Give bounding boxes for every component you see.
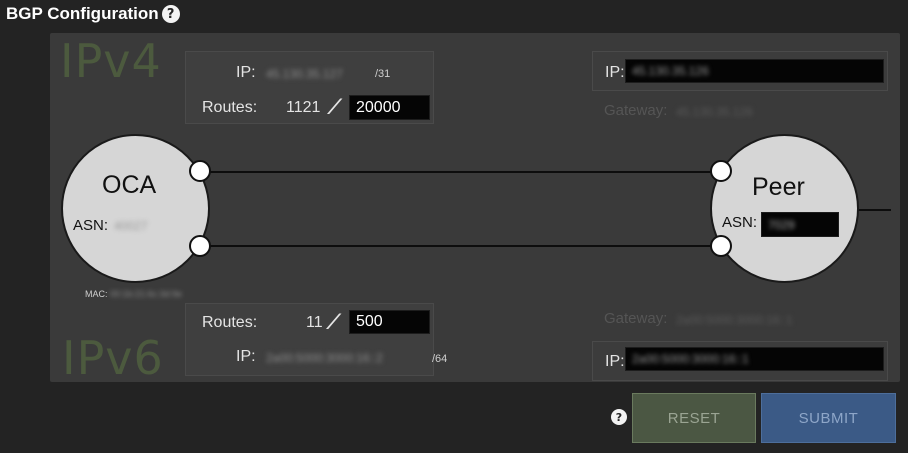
help-icon[interactable]: ?: [161, 5, 180, 23]
ipv4-routes-label: Routes:: [202, 99, 258, 116]
ipv6-ip-label: IP:: [236, 348, 256, 365]
page-title-text: BGP Configuration: [6, 4, 159, 23]
ipv4-gateway-value: 45.130.35.126: [676, 105, 753, 119]
oca-asn-value: 40027: [114, 219, 148, 233]
peer-node: [710, 134, 859, 283]
ipv6-link-line: [208, 245, 720, 247]
ipv4-ip-value: 45.130.35.127: [266, 67, 343, 81]
ipv6-routes-slash: ⁄: [332, 309, 338, 334]
ipv4-gateway-label: Gateway:: [604, 102, 668, 119]
ipv6-watermark: IPv6: [62, 331, 164, 385]
ipv6-ip-value: 2a00:5000:3000:16::2: [266, 351, 383, 365]
ipv6-peer-ip-input[interactable]: 2a00:5000:3000:16::1: [625, 347, 884, 371]
peer-uplink-line: [855, 209, 891, 211]
ipv4-link-line: [208, 171, 720, 173]
submit-button[interactable]: SUBMIT: [761, 393, 896, 443]
peer-asn-label: ASN:: [722, 214, 758, 231]
reset-button[interactable]: RESET: [632, 393, 756, 443]
oca-name: OCA: [102, 171, 157, 199]
ipv4-watermark: IPv4: [60, 34, 162, 88]
ipv4-peer-ip-label: IP:: [605, 64, 625, 81]
oca-mac-label: MAC:: [85, 289, 108, 299]
ipv4-peer-ip-value: 45.130.35.126: [632, 64, 709, 78]
oca-mac-value: 00:1b:21:6c:3d:9e: [110, 289, 183, 299]
ipv4-routes-slash: ⁄: [333, 94, 339, 119]
ipv4-max-routes-input[interactable]: [349, 95, 430, 120]
oca-asn-label: ASN:: [73, 217, 109, 234]
peer-ipv4-port[interactable]: [710, 160, 732, 182]
ipv6-peer-ip-label: IP:: [605, 353, 625, 370]
ipv6-routes-label: Routes:: [202, 314, 258, 331]
ipv6-prefix: /64: [432, 353, 448, 365]
oca-node: [61, 134, 210, 283]
peer-asn-value: 7029: [768, 217, 795, 232]
ipv6-peer-ip-value: 2a00:5000:3000:16::1: [632, 352, 749, 366]
peer-name: Peer: [752, 173, 805, 201]
peer-ipv6-port[interactable]: [710, 235, 732, 257]
ipv4-peer-ip-input[interactable]: 45.130.35.126: [625, 59, 884, 83]
oca-ipv4-port[interactable]: [189, 160, 211, 182]
ipv6-routes-count: 11: [306, 314, 323, 331]
ipv6-gateway-value: 2a00:5000:3000:16::1: [676, 313, 793, 327]
ipv4-ip-label: IP:: [236, 64, 256, 81]
ipv6-gateway-label: Gateway:: [604, 310, 668, 327]
actions-help-icon[interactable]: ?: [611, 409, 627, 425]
oca-ipv6-port[interactable]: [189, 235, 211, 257]
ipv6-max-routes-input[interactable]: [349, 310, 430, 334]
page-title: BGP Configuration ?: [6, 4, 180, 24]
peer-asn-input[interactable]: 7029: [761, 212, 839, 237]
ipv4-prefix: /31: [375, 68, 391, 80]
ipv4-routes-count: 1121: [286, 99, 321, 116]
